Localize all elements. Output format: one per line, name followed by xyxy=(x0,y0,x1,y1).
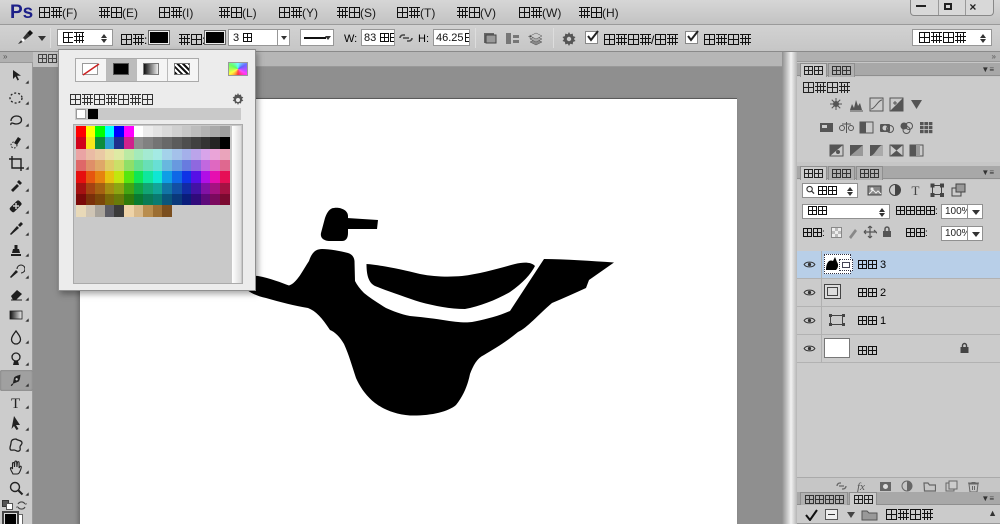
svg-text:+: + xyxy=(528,34,532,41)
svg-text:T: T xyxy=(912,183,920,198)
svg-text:T: T xyxy=(11,396,20,411)
